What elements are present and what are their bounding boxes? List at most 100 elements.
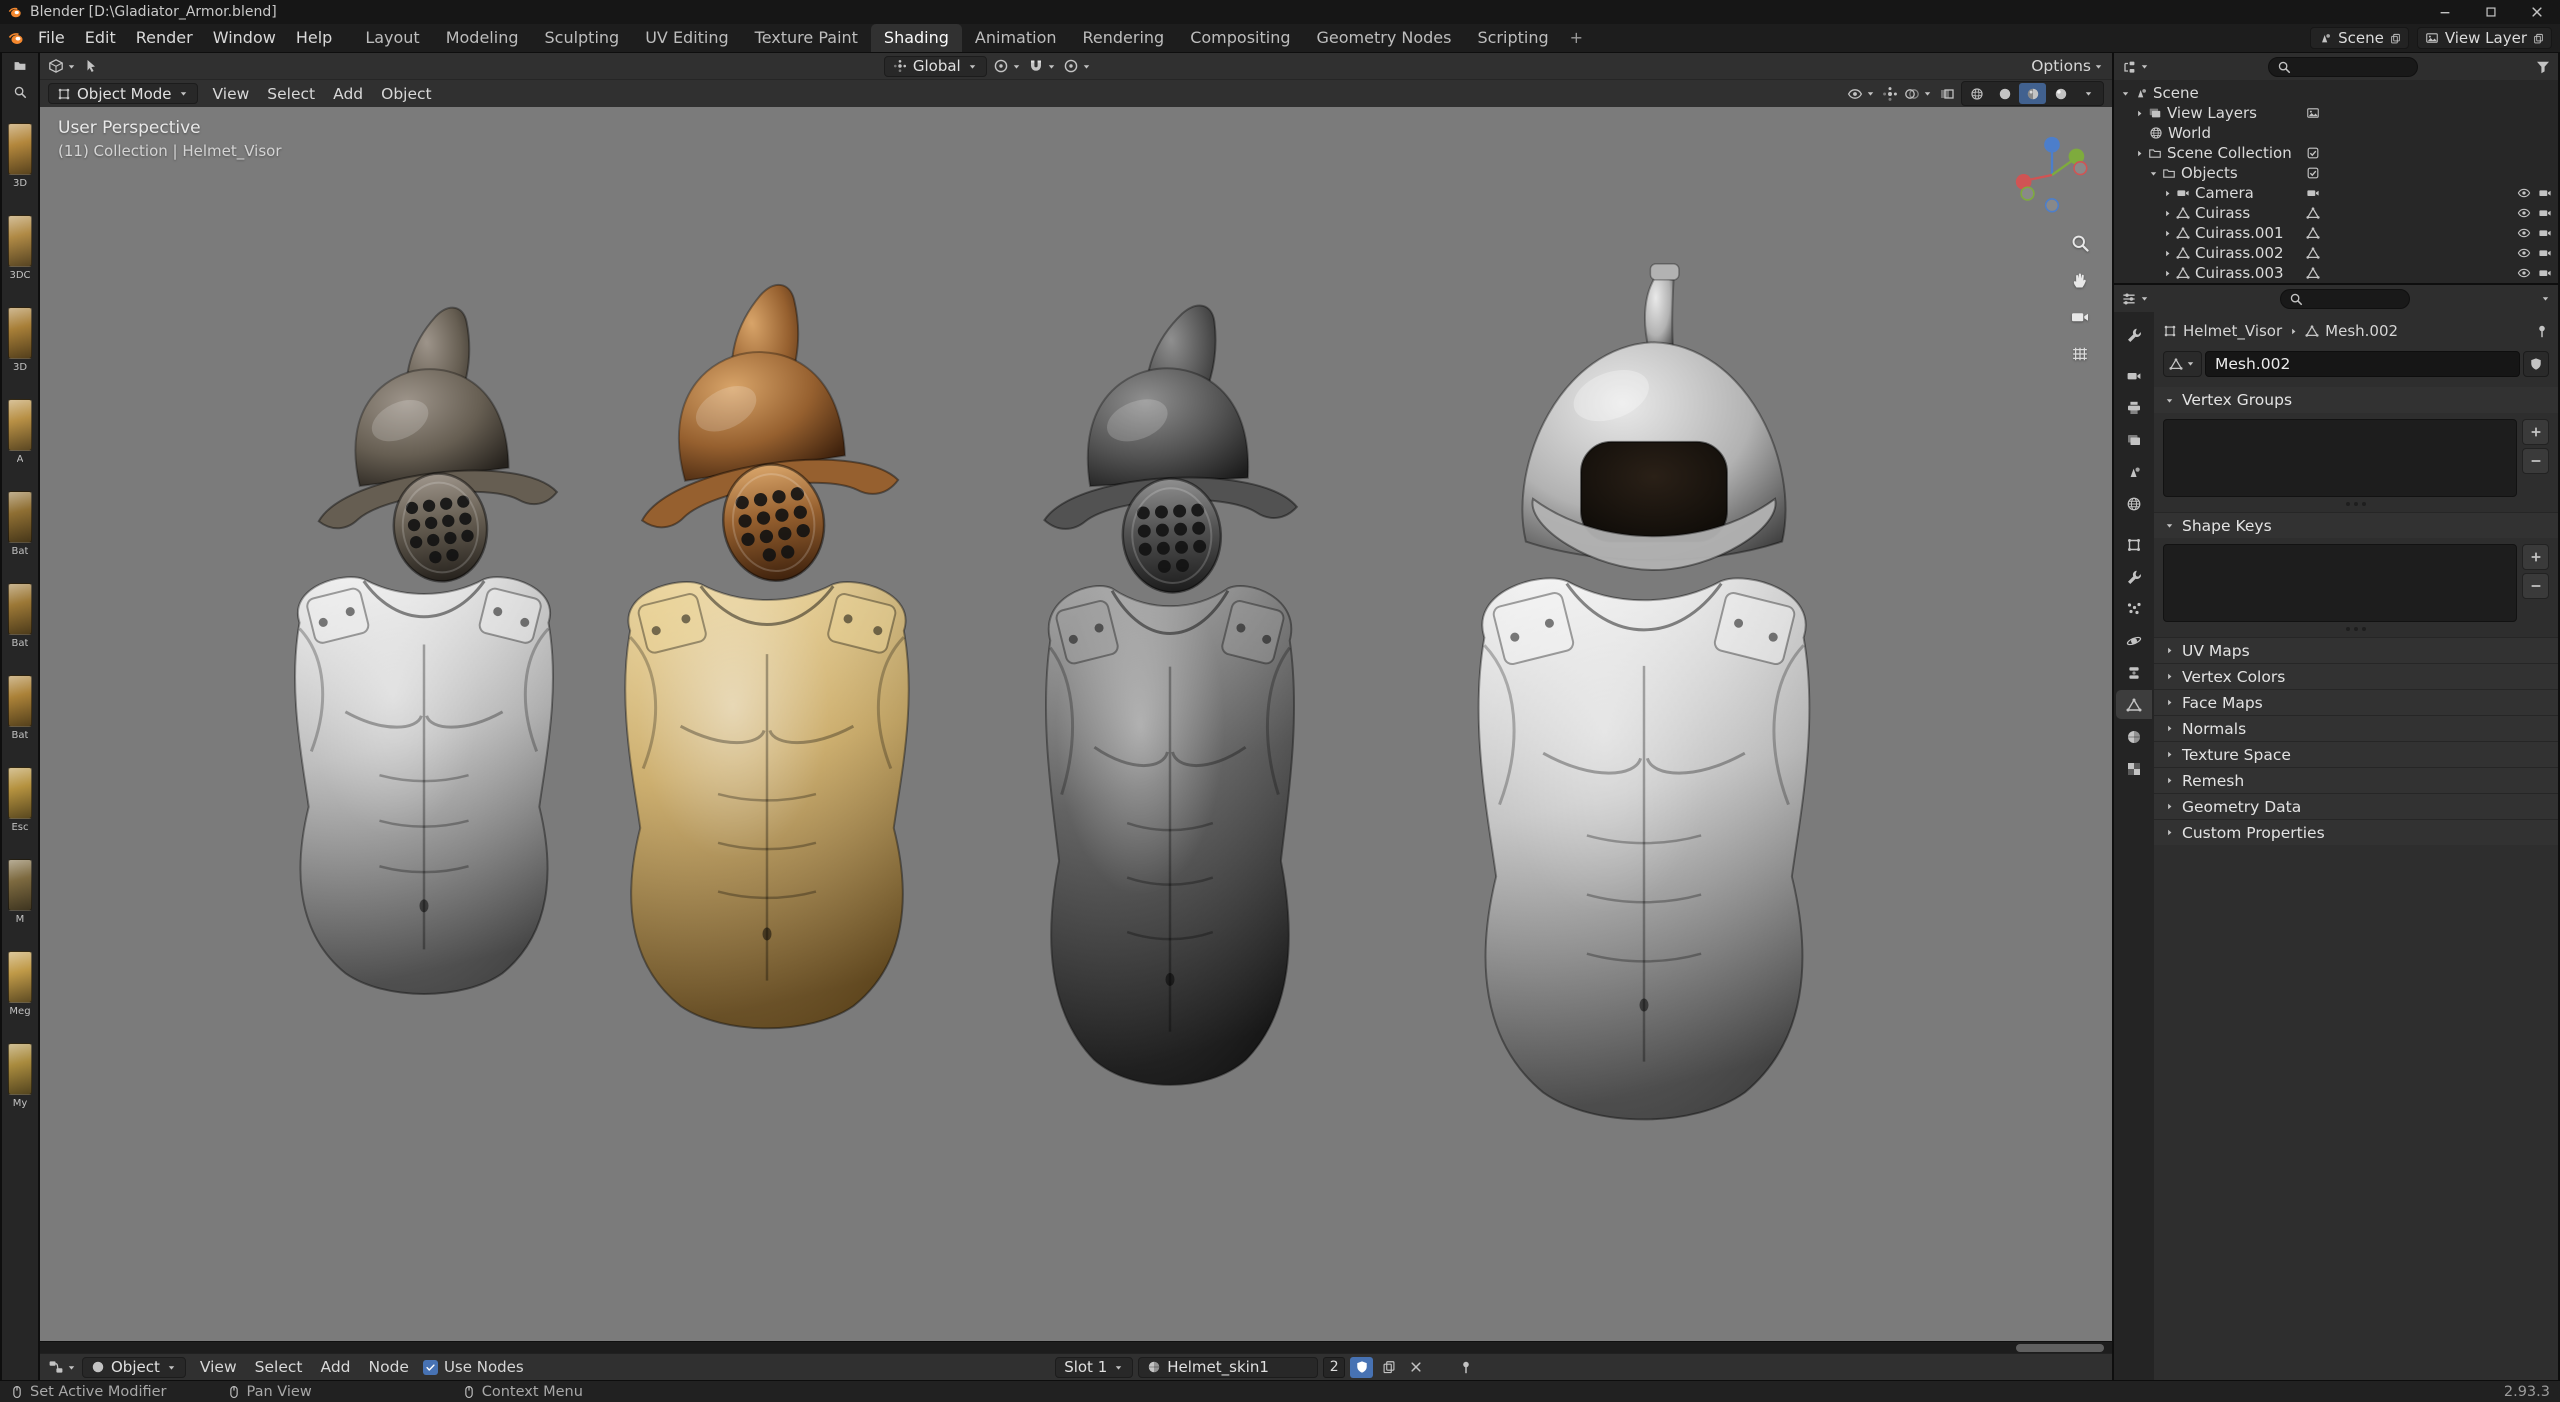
shader-menu-node[interactable]: Node — [360, 1353, 418, 1381]
viewport-menu-view[interactable]: View — [204, 80, 259, 108]
workspace-tab-animation[interactable]: Animation — [962, 24, 1070, 52]
editor-type-button[interactable] — [48, 58, 77, 74]
disclosure-open-icon[interactable] — [2120, 88, 2131, 99]
disclosure-closed-icon[interactable] — [2162, 208, 2173, 219]
ortho-grid-icon[interactable] — [2070, 344, 2090, 364]
workspace-tab-geometry-nodes[interactable]: Geometry Nodes — [1304, 24, 1465, 52]
chevron-down-icon[interactable] — [2540, 293, 2551, 304]
helmet-polished-steel[interactable] — [1521, 263, 1787, 572]
tab-object-data[interactable] — [2116, 690, 2152, 719]
workspace-tab-shading[interactable]: Shading — [870, 24, 962, 52]
pan-hand-icon[interactable] — [2070, 270, 2090, 290]
editor-type-button[interactable] — [2121, 291, 2150, 307]
navigation-gizmo[interactable] — [2008, 131, 2096, 219]
disclosure-closed-icon[interactable] — [2134, 108, 2145, 119]
asset-item-bat[interactable]: Bat — [8, 583, 32, 649]
viewport-menu-object[interactable]: Object — [372, 80, 440, 108]
editor-type-button[interactable] — [48, 1359, 77, 1375]
breadcrumb-object[interactable]: Helmet_Visor — [2183, 322, 2282, 340]
tab-scene[interactable] — [2116, 457, 2152, 486]
outliner-row-objects[interactable]: Objects — [2114, 163, 2558, 183]
filter-icon[interactable] — [2535, 59, 2551, 75]
panel-shape-keys[interactable]: Shape Keys — [2154, 512, 2558, 538]
maximize-button[interactable] — [2468, 0, 2514, 24]
mode-dropdown[interactable]: Object Mode — [48, 83, 198, 104]
hide-in-viewport-toggle[interactable] — [2517, 246, 2531, 260]
outliner-row-world[interactable]: World — [2114, 123, 2558, 143]
tab-texture[interactable] — [2116, 754, 2152, 783]
tab-view-layer[interactable] — [2116, 425, 2152, 454]
add-shape-keys-button[interactable] — [2522, 544, 2549, 570]
disable-in-renders-toggle[interactable] — [2538, 246, 2552, 260]
properties-search-input[interactable] — [2280, 288, 2410, 309]
outliner-row-view-layers[interactable]: View Layers — [2114, 103, 2558, 123]
hide-in-viewport-toggle[interactable] — [2517, 206, 2531, 220]
search-icon[interactable] — [13, 85, 27, 99]
panel-resize-grip[interactable] — [2163, 624, 2549, 634]
scene-selector[interactable]: Scene — [2310, 27, 2409, 49]
unlink-material-button[interactable] — [1405, 1357, 1427, 1378]
tab-render[interactable] — [2116, 361, 2152, 390]
asset-item-3d[interactable]: 3D — [8, 123, 32, 189]
disclosure-open-icon[interactable] — [2148, 168, 2159, 179]
active-tool-icon[interactable] — [83, 58, 99, 74]
outliner-row-cuirass-002[interactable]: Cuirass.002 — [2114, 243, 2558, 263]
remove-shape-keys-button[interactable] — [2522, 573, 2549, 599]
panel-geometry-data[interactable]: Geometry Data — [2154, 793, 2558, 819]
shading-options-dropdown[interactable] — [2075, 83, 2102, 104]
hide-in-viewport-toggle[interactable] — [2517, 266, 2531, 280]
disclosure-closed-icon[interactable] — [2162, 268, 2173, 279]
tab-world[interactable] — [2116, 489, 2152, 518]
panel-normals[interactable]: Normals — [2154, 715, 2558, 741]
outliner-search-input[interactable] — [2267, 56, 2418, 77]
shader-editor-canvas[interactable] — [40, 1341, 2112, 1353]
workspace-tab-modeling[interactable]: Modeling — [433, 24, 532, 52]
disable-in-renders-toggle[interactable] — [2538, 266, 2552, 280]
tab-output[interactable] — [2116, 393, 2152, 422]
object-visibility-dropdown[interactable] — [1847, 86, 1876, 102]
view-layer-selector[interactable]: View Layer — [2416, 27, 2552, 49]
menu-window[interactable]: Window — [203, 24, 286, 52]
outliner-row-cuirass[interactable]: Cuirass — [2114, 203, 2558, 223]
armor-set-silver[interactable] — [294, 298, 566, 995]
armor-set-dark-steel[interactable] — [1034, 301, 1301, 1086]
panel-uv-maps[interactable]: UV Maps — [2154, 637, 2558, 663]
add-vertex-groups-button[interactable] — [2522, 419, 2549, 445]
tab-physics[interactable] — [2116, 626, 2152, 655]
helmet-bronze[interactable] — [609, 271, 911, 600]
disclosure-closed-icon[interactable] — [2134, 148, 2145, 159]
close-button[interactable] — [2514, 0, 2560, 24]
outliner-row-scene[interactable]: Scene — [2114, 83, 2558, 103]
shading-rendered-button[interactable] — [2047, 83, 2074, 104]
shading-material-preview-button[interactable] — [2019, 83, 2046, 104]
workspace-tab-layout[interactable]: Layout — [352, 24, 432, 52]
zoom-icon[interactable] — [2070, 233, 2090, 253]
outliner-row-cuirass-001[interactable]: Cuirass.001 — [2114, 223, 2558, 243]
shape-keys-list[interactable] — [2163, 544, 2517, 622]
xray-toggle[interactable] — [1939, 86, 1955, 102]
shading-wireframe-button[interactable] — [1963, 83, 1990, 104]
panel-resize-grip[interactable] — [2163, 499, 2549, 509]
panel-vertex-colors[interactable]: Vertex Colors — [2154, 663, 2558, 689]
minimize-button[interactable] — [2422, 0, 2468, 24]
asset-item-m[interactable]: M — [8, 859, 32, 925]
outliner-row-cuirass-003[interactable]: Cuirass.003 — [2114, 263, 2558, 283]
asset-item-3dc[interactable]: 3DC — [8, 215, 32, 281]
workspace-tab-rendering[interactable]: Rendering — [1070, 24, 1178, 52]
tab-object[interactable] — [2116, 530, 2152, 559]
helmet-silver[interactable] — [295, 298, 566, 596]
disable-in-renders-toggle[interactable] — [2538, 206, 2552, 220]
shader-type-dropdown[interactable]: Object — [82, 1356, 186, 1378]
asset-item-my[interactable]: My — [8, 1043, 32, 1109]
horizontal-scrollbar[interactable] — [2016, 1344, 2104, 1352]
workspace-tab-texture-paint[interactable]: Texture Paint — [742, 24, 871, 52]
editor-type-button[interactable] — [2121, 59, 2150, 75]
viewport-3d[interactable]: User Perspective (11) Collection | Helme… — [40, 107, 2112, 1341]
material-slot-dropdown[interactable]: Slot 1 — [1055, 1356, 1134, 1378]
shader-menu-add[interactable]: Add — [311, 1353, 359, 1381]
shader-menu-view[interactable]: View — [191, 1353, 246, 1381]
panel-face-maps[interactable]: Face Maps — [2154, 689, 2558, 715]
fake-user-button[interactable] — [2523, 350, 2549, 377]
pin-id-button[interactable] — [2535, 324, 2549, 338]
workspace-tab-scripting[interactable]: Scripting — [1464, 24, 1561, 52]
